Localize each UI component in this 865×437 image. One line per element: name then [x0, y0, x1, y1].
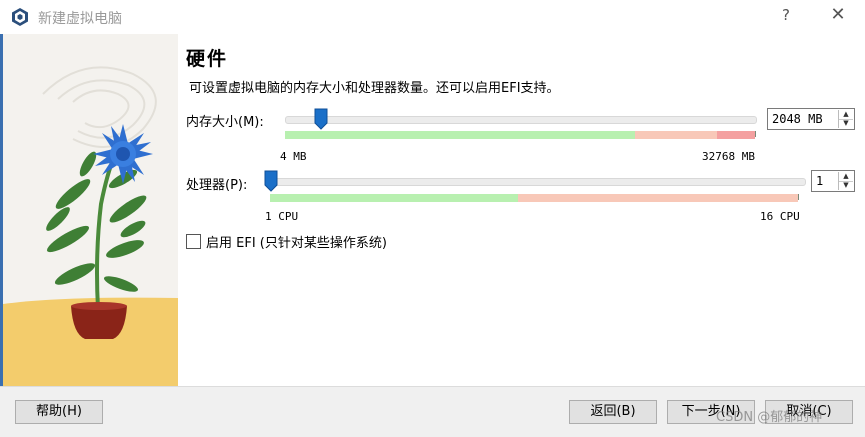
- memory-warning-zone: [635, 131, 717, 139]
- section-title: 硬件: [186, 48, 229, 70]
- title-bar: 新建虚拟电脑 ? ✕: [0, 0, 865, 34]
- processor-label: 处理器(P):: [186, 178, 248, 193]
- memory-spinbox[interactable]: 2048 MB ▲ ▼: [767, 108, 855, 130]
- memory-min-label: 4 MB: [280, 150, 307, 163]
- processor-spin-buttons: ▲ ▼: [838, 172, 853, 190]
- memory-decrease-icon[interactable]: ▼: [839, 119, 853, 128]
- watermark-text: CSDN @郁郁的神: [716, 410, 823, 425]
- memory-max-label: 32768 MB: [702, 150, 755, 163]
- slider-tick: [798, 194, 799, 200]
- efi-checkbox-label[interactable]: 启用 EFI (只针对某些操作系统): [206, 232, 387, 251]
- memory-safe-zone: [285, 131, 635, 139]
- memory-danger-zone: [717, 131, 755, 139]
- window-title: 新建虚拟电脑: [38, 11, 122, 27]
- processor-safe-zone: [270, 194, 518, 202]
- memory-spin-buttons: ▲ ▼: [838, 110, 853, 128]
- processor-max-label: 16 CPU: [760, 210, 800, 223]
- processor-value: 1: [816, 174, 824, 188]
- close-icon[interactable]: ✕: [826, 4, 850, 25]
- slider-tick: [755, 131, 756, 137]
- memory-slider-thumb[interactable]: [314, 108, 328, 130]
- help-button[interactable]: 帮助(H): [15, 400, 103, 424]
- flower-illustration: [3, 34, 178, 386]
- processor-warning-zone: [518, 194, 798, 202]
- memory-value: 2048 MB: [772, 112, 823, 126]
- processor-slider-thumb[interactable]: [264, 170, 278, 192]
- memory-slider-track[interactable]: [285, 116, 757, 124]
- memory-label: 内存大小(M):: [186, 115, 264, 130]
- description-text: 可设置虚拟电脑的内存大小和处理器数量。还可以启用EFI支持。: [189, 81, 560, 96]
- processor-spinbox[interactable]: 1 ▲ ▼: [811, 170, 855, 192]
- processor-min-label: 1 CPU: [265, 210, 299, 223]
- efi-checkbox[interactable]: [186, 234, 201, 249]
- help-question-icon[interactable]: ?: [776, 6, 796, 24]
- back-button[interactable]: 返回(B): [569, 400, 657, 424]
- processor-slider-track[interactable]: [270, 178, 806, 186]
- virtualbox-icon: [12, 8, 28, 26]
- processor-decrease-icon[interactable]: ▼: [839, 181, 853, 190]
